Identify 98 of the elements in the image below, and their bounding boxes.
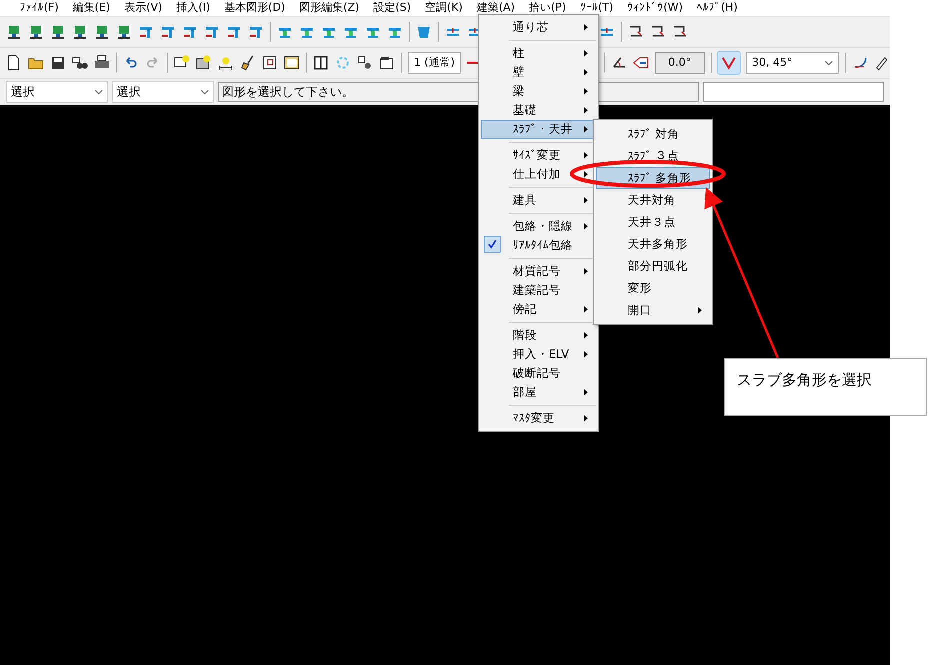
menu-bar-item[interactable]: 設定(S): [374, 0, 412, 16]
submenu-arrow-icon: [584, 69, 588, 76]
dotted-circle-icon[interactable]: [335, 55, 351, 71]
info-hatch-icon[interactable]: [196, 55, 212, 71]
menu-bar-item[interactable]: 拾い(P): [529, 0, 566, 16]
menu-item[interactable]: 破断記号: [481, 364, 596, 383]
menu-item[interactable]: 梁: [481, 82, 596, 101]
callout-note: スラブ多角形を選択: [724, 358, 927, 416]
input-field[interactable]: [703, 82, 884, 102]
menu-bar-item[interactable]: 編集(E): [72, 0, 110, 16]
menu-item[interactable]: 部屋: [481, 383, 596, 409]
angle-snap-icon[interactable]: [718, 52, 740, 74]
tool-icon[interactable]: [72, 24, 88, 40]
menu-bar-item[interactable]: ﾍﾙﾌﾟ(H): [697, 0, 738, 16]
menu-item[interactable]: 押入・ELV: [481, 345, 596, 364]
menu-bar-item[interactable]: ﾂｰﾙ(T): [580, 0, 614, 16]
submenu-arrow-icon: [584, 415, 588, 422]
info-dimension-icon[interactable]: [218, 55, 234, 71]
submenu-arrow-icon: [698, 307, 702, 314]
menu-item[interactable]: 階段: [481, 326, 596, 345]
binoculars-icon[interactable]: [72, 55, 88, 71]
mode-dropdown[interactable]: 選択: [112, 81, 214, 103]
snap-angle-dropdown[interactable]: 30, 45°: [746, 52, 839, 74]
menu-item[interactable]: 通り芯: [481, 18, 596, 44]
menu-item[interactable]: ｽﾗﾌﾞ 対角: [596, 123, 710, 145]
menu-item[interactable]: 天井多角形: [596, 233, 710, 255]
checkmark-icon: [484, 236, 501, 253]
submenu-arrow-icon: [584, 332, 588, 339]
menu-bar-item[interactable]: 挿入(I): [176, 0, 210, 16]
chevron-down-icon: [201, 90, 209, 94]
angle-icon[interactable]: [610, 55, 627, 71]
pen-icon[interactable]: [874, 55, 890, 71]
print-icon[interactable]: [94, 55, 110, 71]
submenu-arrow-icon: [584, 24, 588, 31]
tool-icon[interactable]: [116, 24, 132, 40]
pipe-fitting-icon[interactable]: [248, 24, 264, 40]
menu-item[interactable]: 天井３点: [596, 211, 710, 233]
submenu-arrow-icon: [584, 152, 588, 159]
menu-item[interactable]: ﾘｱﾙﾀｲﾑ包絡: [481, 236, 596, 262]
tool-icon[interactable]: [50, 24, 66, 40]
menu-item[interactable]: 材質記号: [481, 262, 596, 281]
menu-bar-item[interactable]: 表示(V): [124, 0, 163, 16]
menu-item[interactable]: ｻｲｽﾞ変更: [481, 146, 596, 165]
menu-item[interactable]: ｽﾗﾌﾞ・天井: [481, 120, 596, 146]
save-icon[interactable]: [50, 55, 66, 71]
new-document-icon[interactable]: [6, 55, 22, 71]
submenu-arrow-icon: [584, 171, 588, 178]
submenu-arrow-icon: [584, 197, 588, 204]
submenu-arrow-icon: [584, 88, 588, 95]
menu-item[interactable]: ﾏｽﾀ変更: [481, 409, 596, 428]
menu-item[interactable]: 変形: [596, 277, 710, 299]
tool-icon[interactable]: [28, 24, 44, 40]
menu-item[interactable]: 部分円弧化: [596, 255, 710, 277]
arc-icon[interactable]: [852, 55, 868, 71]
menu-item[interactable]: 開口: [596, 299, 710, 321]
submenu-arrow-icon: [584, 389, 588, 396]
menu-item[interactable]: 仕上付加: [481, 165, 596, 191]
menu-item[interactable]: 包絡・隠線: [481, 217, 596, 236]
pipe-fitting-icon[interactable]: [226, 24, 242, 40]
menu-item[interactable]: 壁: [481, 63, 596, 82]
submenu-arrow-icon: [584, 107, 588, 114]
frame-icon[interactable]: [262, 55, 278, 71]
tool-icon[interactable]: [6, 24, 22, 40]
submenu-arrow-icon: [584, 306, 588, 313]
menu-item[interactable]: 柱: [481, 44, 596, 63]
pipe-fitting-icon[interactable]: [650, 24, 666, 40]
pipe-fitting-icon[interactable]: [182, 24, 198, 40]
split-view-icon[interactable]: [313, 55, 329, 71]
menu-bar-item[interactable]: 空調(K): [425, 0, 463, 16]
submenu-arrow-icon: [584, 268, 588, 275]
submenu-arrow-icon: [584, 126, 588, 133]
submenu-arrow-icon: [584, 50, 588, 57]
submenu-arrow-icon: [584, 223, 588, 230]
rotate-tag-icon[interactable]: [632, 55, 649, 71]
fit-screen-icon[interactable]: [284, 55, 300, 71]
broom-icon[interactable]: [240, 55, 256, 71]
menu-bar-item[interactable]: 基本図形(D): [224, 0, 286, 16]
angle-field[interactable]: 0.0°: [654, 52, 706, 74]
menu-bar-item[interactable]: 図形編集(Z): [299, 0, 360, 16]
mode-dropdown[interactable]: 選択: [6, 81, 108, 103]
menu-item[interactable]: 傍記: [481, 300, 596, 326]
line-style-dropdown[interactable]: 1 (通常): [408, 52, 462, 74]
pipe-fitting-icon[interactable]: [672, 24, 688, 40]
chevron-down-icon: [95, 90, 103, 94]
tool-icon[interactable]: [94, 24, 110, 40]
menu-bar-item[interactable]: 建築(A): [476, 0, 516, 16]
menu-item[interactable]: 建築記号: [481, 281, 596, 300]
pipe-fitting-icon[interactable]: [628, 24, 644, 40]
shape-settings-icon[interactable]: [357, 55, 373, 71]
pipe-fitting-icon[interactable]: [160, 24, 176, 40]
menu-item[interactable]: 建具: [481, 191, 596, 217]
pipe-fitting-icon[interactable]: [204, 24, 220, 40]
menu-item[interactable]: 基礎: [481, 101, 596, 120]
menu-bar-item[interactable]: ﾌｧｲﾙ(F): [20, 0, 59, 16]
menu-bar-item[interactable]: ｳｨﾝﾄﾞｳ(W): [628, 0, 684, 16]
chevron-down-icon: [825, 60, 833, 66]
pipe-fitting-icon[interactable]: [138, 24, 154, 40]
submenu-arrow-icon: [584, 351, 588, 358]
